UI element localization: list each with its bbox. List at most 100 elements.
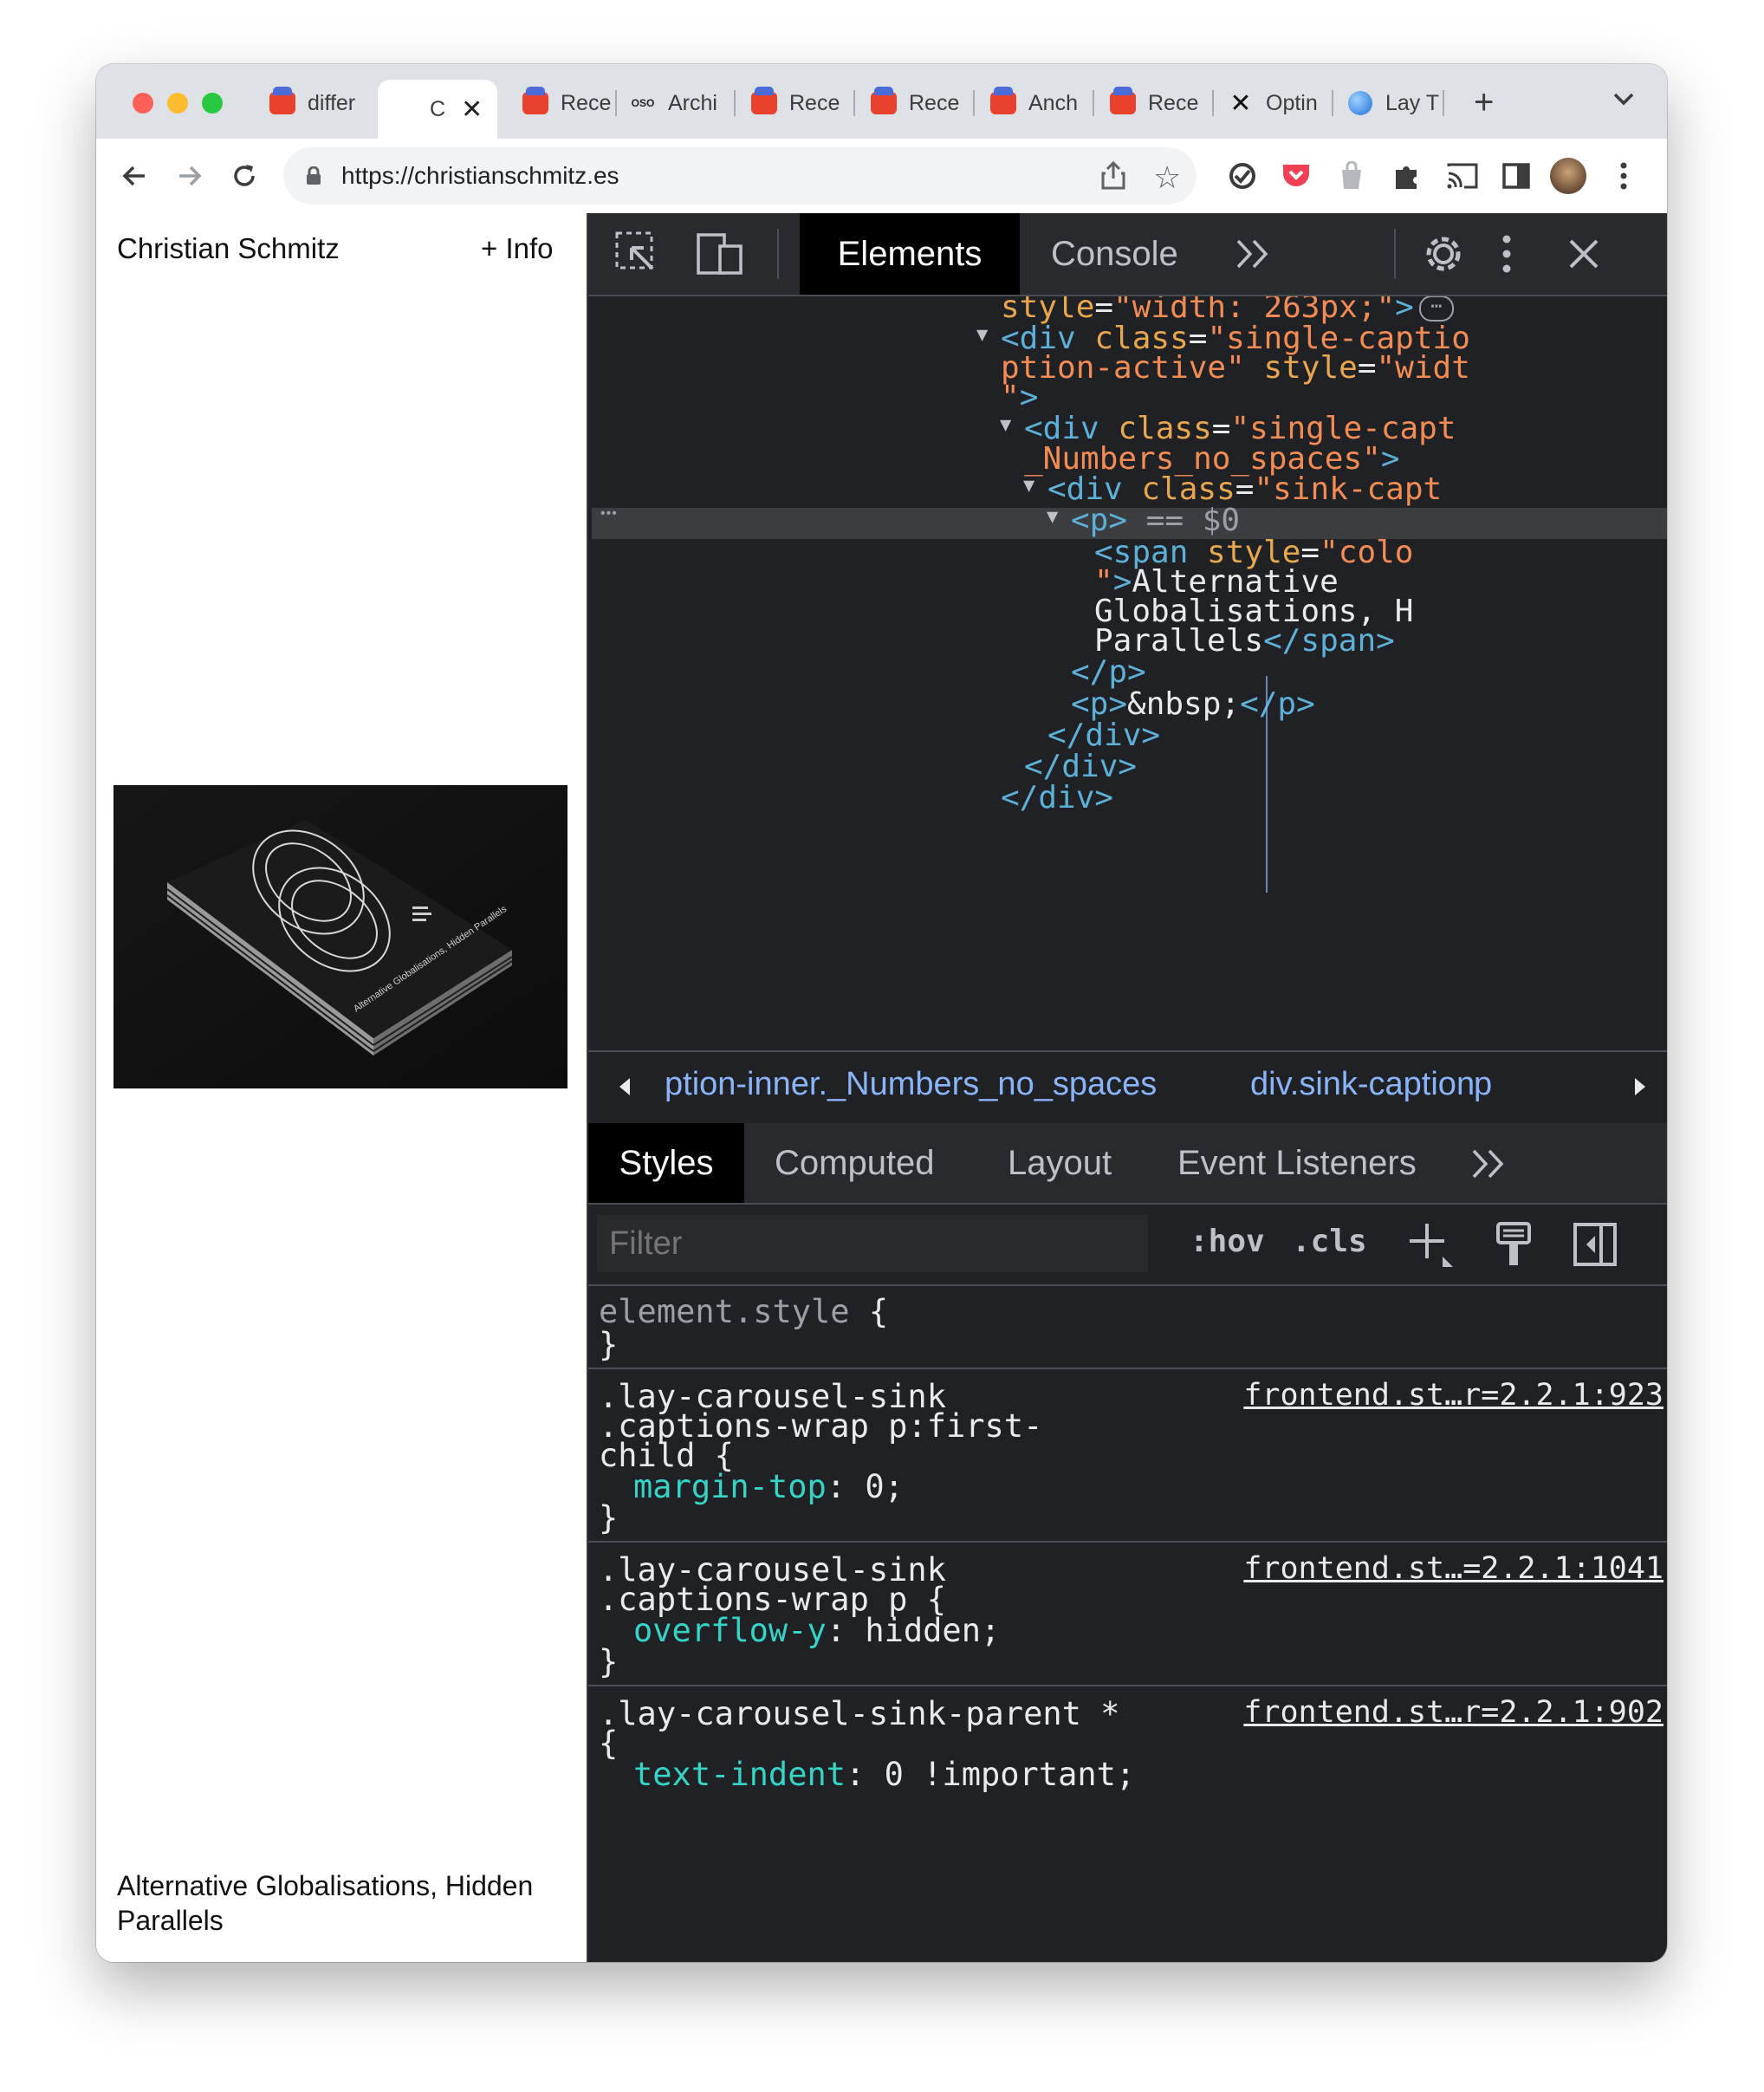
red-favicon-icon [871, 87, 897, 116]
css-declaration[interactable]: margin-top: 0; [633, 1468, 904, 1505]
browser-tab[interactable]: ✕ Optin [1217, 81, 1333, 125]
close-window-button[interactable] [133, 93, 153, 114]
more-style-tabs-chevron-icon[interactable] [1470, 1147, 1508, 1185]
breadcrumb-item[interactable]: ption-inner._Numbers_no_spaces [665, 1066, 1157, 1103]
devtools-panel: Elements Console style="width: 263px;"> ⋯… [587, 213, 1667, 1962]
lock-icon [306, 166, 321, 190]
rule-selector: element.style { [599, 1293, 889, 1330]
rule-source-link[interactable]: frontend.st…r=2.2.1:902 [1243, 1695, 1663, 1730]
expand-triangle-icon[interactable]: ▼ [976, 324, 988, 346]
hov-toggle[interactable]: :hov [1190, 1224, 1265, 1259]
close-devtools-icon[interactable] [1567, 237, 1600, 275]
dom-node-line[interactable]: </div> [1024, 749, 1137, 784]
browser-tab[interactable]: Rece [1098, 81, 1214, 125]
site-title[interactable]: Christian Schmitz [117, 232, 340, 265]
globe-favicon-icon [1347, 90, 1373, 116]
dom-node-line[interactable]: </div> [1047, 718, 1160, 753]
side-panel-icon[interactable] [1498, 158, 1534, 194]
rule-source-link[interactable]: frontend.st…=2.2.1:1041 [1243, 1551, 1663, 1586]
styles-filter-input[interactable] [597, 1215, 1148, 1272]
pocket-icon[interactable] [1278, 158, 1314, 194]
rule-separator [588, 1685, 1667, 1686]
toggle-sidebar-icon[interactable] [1573, 1222, 1618, 1271]
expand-triangle-icon[interactable]: ▼ [1047, 506, 1058, 528]
tab-computed[interactable]: Computed [775, 1123, 935, 1203]
sync-extension-icon[interactable] [1224, 158, 1261, 194]
devtools-toolbar: Elements Console [588, 213, 1667, 296]
dom-node-line[interactable]: Parallels</span> [1094, 623, 1395, 659]
tab-layout[interactable]: Layout [1008, 1123, 1112, 1203]
dom-node-line[interactable]: ▼ <p> == $0 [1047, 503, 1240, 538]
reload-icon[interactable] [226, 158, 263, 194]
more-tabs-chevron-icon[interactable] [1235, 237, 1273, 275]
tab-label: Rece [561, 90, 612, 115]
tab-label: C [430, 96, 446, 121]
browser-tab[interactable]: differ [269, 81, 365, 125]
devtools-menu-kebab-icon[interactable] [1501, 234, 1512, 278]
css-declaration[interactable]: overflow-y: hidden; [633, 1612, 1000, 1649]
tab-console[interactable]: Console [1051, 213, 1178, 295]
info-link[interactable]: + Info [481, 232, 553, 265]
css-declaration[interactable]: text-indent: 0 !important; [633, 1756, 1135, 1793]
styles-filter-row: :hov .cls [588, 1205, 1667, 1286]
share-icon[interactable] [1101, 160, 1125, 195]
browser-menu-kebab-icon[interactable] [1605, 158, 1642, 194]
tab-event-listeners[interactable]: Event Listeners [1177, 1123, 1417, 1203]
expand-triangle-icon[interactable]: ▼ [1000, 414, 1011, 436]
browser-tab[interactable]: OSO Archi [619, 81, 736, 125]
breadcrumb: ption-inner._Numbers_no_spaces div.sink-… [588, 1050, 1667, 1125]
paint-brush-icon[interactable] [1493, 1220, 1534, 1273]
browser-tab[interactable]: Rece [510, 81, 617, 125]
settings-gear-icon[interactable] [1418, 229, 1469, 283]
red-favicon-icon [522, 87, 548, 116]
forward-arrow-icon[interactable] [172, 158, 208, 194]
new-style-rule-plus-icon[interactable] [1406, 1220, 1455, 1273]
dom-node-line[interactable]: "> [1001, 380, 1038, 415]
dom-node-line[interactable]: </div> [1001, 780, 1113, 815]
close-tab-icon[interactable]: ✕ [461, 94, 483, 125]
dom-node-line[interactable]: </p> [1071, 654, 1146, 690]
dom-node-line[interactable]: ▼ <div class="sink-capt [1023, 471, 1442, 507]
rule-source-link[interactable]: frontend.st…r=2.2.1:923 [1243, 1378, 1663, 1413]
dom-node-line[interactable]: <p>&nbsp;</p> [1071, 686, 1315, 722]
expand-triangle-icon[interactable]: ▼ [1023, 475, 1034, 497]
breadcrumb-item[interactable]: div.sink-caption [1250, 1066, 1475, 1103]
breadcrumb-item-current[interactable]: p [1474, 1066, 1492, 1103]
maximize-window-button[interactable] [202, 93, 223, 114]
minimize-window-button[interactable] [167, 93, 188, 114]
inspect-element-icon[interactable] [614, 231, 659, 280]
address-bar[interactable]: https://christianschmitz.es ☆ [283, 147, 1197, 205]
dom-tree[interactable]: style="width: 263px;"> ⋯ ▼ <div class="sing… [588, 296, 1667, 1050]
profile-avatar[interactable] [1550, 158, 1586, 194]
breadcrumb-scroll-left-icon[interactable] [618, 1076, 632, 1101]
collapsed-content-ellipsis-icon[interactable]: ⋯ [1418, 296, 1454, 322]
browser-tab[interactable]: Rece [859, 81, 975, 125]
cls-toggle[interactable]: .cls [1292, 1224, 1367, 1259]
browser-tab[interactable]: Rece [739, 81, 855, 125]
project-caption: Alternative Globalisations, Hidden Paral… [117, 1870, 534, 1936]
tab-elements[interactable]: Elements [800, 213, 1020, 295]
rule-close-brace: } [599, 1499, 619, 1537]
rule-selector: { [599, 1725, 619, 1762]
red-favicon-icon [751, 87, 777, 116]
tab-label: Lay T [1385, 90, 1440, 115]
browser-tab-active[interactable]: C ✕ [378, 80, 497, 139]
browser-tab[interactable]: Lay T [1337, 81, 1444, 125]
tab-label: Archi [668, 90, 717, 115]
red-favicon-icon [269, 87, 295, 116]
bookmark-star-icon[interactable]: ☆ [1153, 159, 1181, 196]
extensions-puzzle-icon[interactable] [1389, 158, 1425, 194]
project-image[interactable]: Alternative Globalisations, Hidden Paral… [113, 785, 567, 1088]
node-actions-ellipsis-icon[interactable]: ••• [600, 506, 618, 522]
device-toolbar-icon[interactable] [696, 232, 744, 280]
new-tab-plus-icon[interactable]: + [1474, 83, 1494, 122]
tab-search-chevron-down-icon[interactable] [1612, 90, 1635, 112]
cast-icon[interactable] [1444, 158, 1481, 194]
tab-strip: differ C ✕ Rece OSO Archi Rece Rece Anch… [96, 64, 1667, 139]
tab-styles[interactable]: Styles [588, 1123, 744, 1203]
browser-tab[interactable]: Anch [978, 81, 1094, 125]
back-arrow-icon[interactable] [116, 158, 152, 194]
shopify-bag-icon[interactable] [1333, 158, 1370, 194]
breadcrumb-scroll-right-icon[interactable] [1633, 1076, 1647, 1101]
dom-node-line[interactable]: ption-active" style="widt [1001, 350, 1470, 386]
